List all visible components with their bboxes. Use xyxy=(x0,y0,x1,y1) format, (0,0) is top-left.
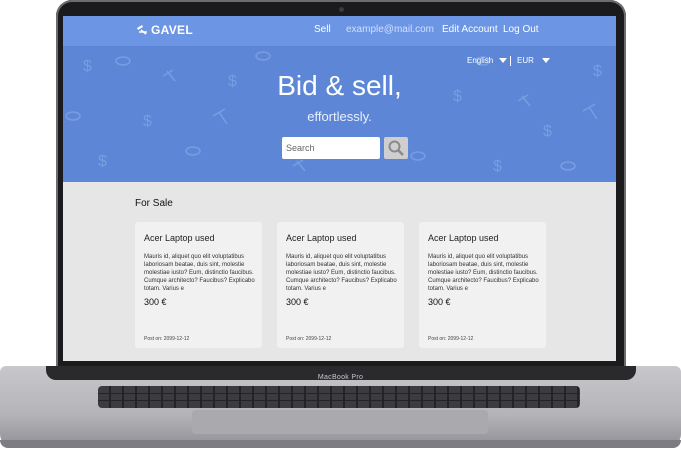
laptop-foot xyxy=(0,440,681,448)
svg-text:$: $ xyxy=(98,153,107,170)
listing-price: 300 € xyxy=(286,297,309,307)
brand-logo[interactable]: GAVEL xyxy=(136,23,193,37)
search-icon xyxy=(388,140,404,156)
section-title: For Sale xyxy=(135,198,173,209)
listing-card[interactable]: Acer Laptop used Mauris id, aliquet quo … xyxy=(135,222,262,348)
nav-logout-link[interactable]: Log Out xyxy=(503,24,539,35)
svg-text:$: $ xyxy=(543,123,552,140)
svg-text:$: $ xyxy=(493,158,502,175)
browser-viewport: $ $ $ $ $ $ $ $ GAVEL Sell example@mail.… xyxy=(63,16,616,361)
gavel-icon xyxy=(137,25,147,35)
language-value: English xyxy=(467,56,494,65)
keyboard xyxy=(98,386,580,408)
listing-title: Acer Laptop used xyxy=(286,233,357,243)
listing-date: Post on: 2099-12-12 xyxy=(144,336,190,342)
camera-icon xyxy=(339,7,344,12)
listing-description: Mauris id, aliquet quo elit voluptatibus… xyxy=(286,254,397,292)
listing-description: Mauris id, aliquet quo elit voluptatibus… xyxy=(428,254,539,292)
language-select[interactable]: English xyxy=(467,56,508,65)
listing-title: Acer Laptop used xyxy=(144,233,215,243)
hero-subtitle: effortlessly. xyxy=(307,109,372,124)
listing-date: Post on: 2099-12-12 xyxy=(428,336,474,342)
chevron-down-icon xyxy=(541,58,550,63)
listing-card[interactable]: Acer Laptop used Mauris id, aliquet quo … xyxy=(419,222,546,348)
hero-title: Bid & sell, xyxy=(277,70,402,101)
top-navbar: GAVEL Sell example@mail.com Edit Account… xyxy=(63,16,616,46)
search-button[interactable] xyxy=(384,137,408,159)
locale-divider xyxy=(510,56,511,66)
search-input[interactable] xyxy=(282,137,380,159)
listing-title: Acer Laptop used xyxy=(428,233,499,243)
nav-sell-link[interactable]: Sell xyxy=(314,24,331,35)
listing-date: Post on: 2099-12-12 xyxy=(286,336,332,342)
chevron-down-icon xyxy=(499,58,508,63)
hero-banner: $ $ $ $ $ $ $ $ GAVEL Sell example@mail.… xyxy=(63,16,616,182)
trackpad xyxy=(192,410,488,434)
listing-price: 300 € xyxy=(428,297,451,307)
currency-select[interactable]: EUR xyxy=(517,56,550,65)
brand-name: GAVEL xyxy=(151,23,193,37)
device-label: MacBook Pro xyxy=(317,374,364,381)
nav-email-link[interactable]: example@mail.com xyxy=(346,24,434,35)
listing-price: 300 € xyxy=(144,297,167,307)
nav-edit-account-link[interactable]: Edit Account xyxy=(442,24,498,35)
currency-value: EUR xyxy=(517,56,534,65)
listing-card[interactable]: Acer Laptop used Mauris id, aliquet quo … xyxy=(277,222,404,348)
listing-description: Mauris id, aliquet quo elit voluptatibus… xyxy=(144,254,255,292)
